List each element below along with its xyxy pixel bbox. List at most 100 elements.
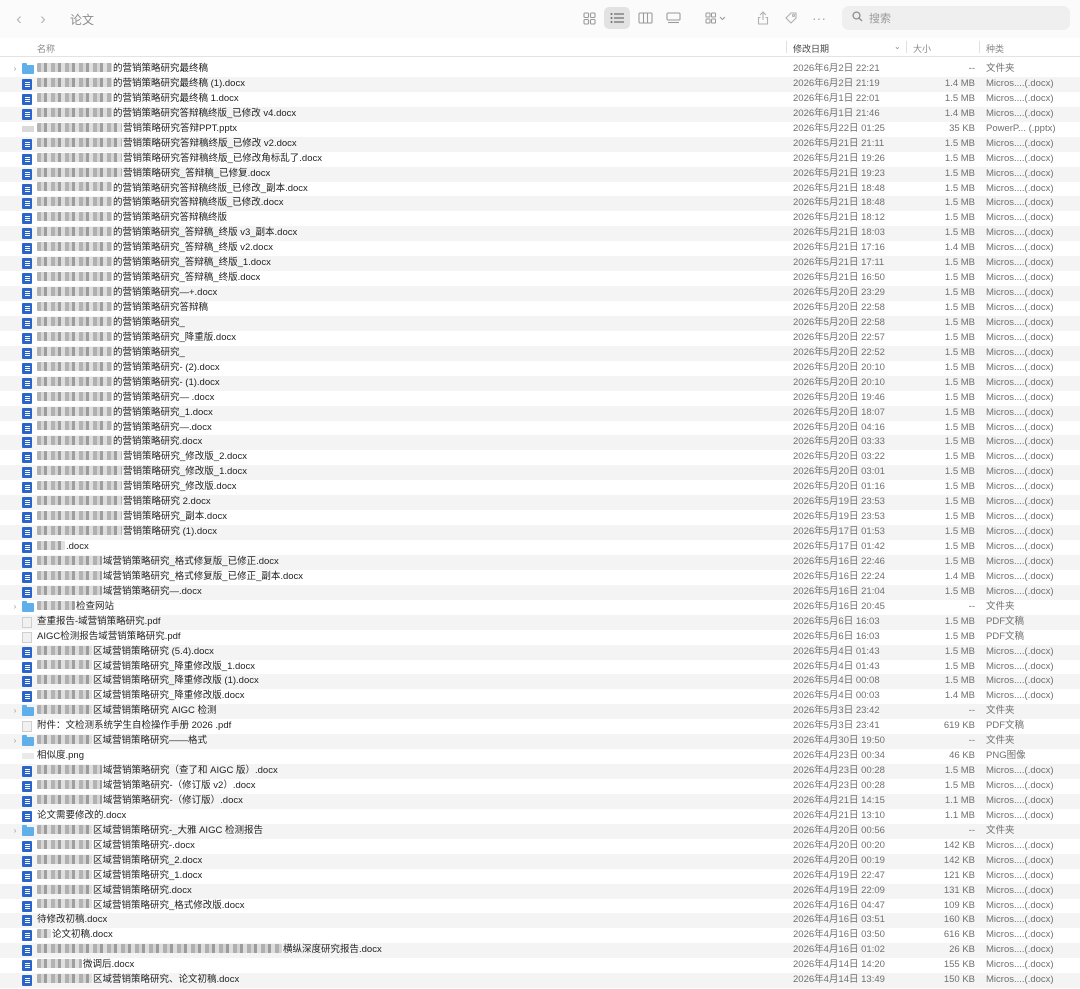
file-row[interactable]: 区域营销策略研究.docx 2026年4月19日 22:09 131 KB Micro… xyxy=(0,883,1080,899)
file-row[interactable]: › 区域营销策略研究——格式 2026年4月30日 19:50 -- 文件夹 xyxy=(0,734,1080,750)
file-row[interactable]: 的营销策略研究—.docx 2026年5月20日 04:16 1.5 MB Micro… xyxy=(0,421,1080,436)
file-row[interactable]: AIGC检测报告域营销策略研究.pdf 2026年5月6日 16:03 1.5 MB… xyxy=(0,630,1080,645)
column-size-header[interactable]: 大小 xyxy=(913,42,931,55)
file-row[interactable]: 的营销策略研究_降重版.docx 2026年5月20日 22:57 1.5 MB Mi… xyxy=(0,331,1080,346)
file-row[interactable]: 的营销策略研究_ 2026年5月20日 22:52 1.5 MB Micros....… xyxy=(0,345,1080,361)
file-row[interactable]: 营销策略研究_答辩稿_已修复.docx 2026年5月21日 19:23 1.5 M… xyxy=(0,166,1080,182)
file-row[interactable]: 论文初稿.docx 2026年4月16日 03:50 616 KB Micros...… xyxy=(0,928,1080,943)
file-row[interactable]: 的营销策略研究最终稿 (1).docx 2026年6月2日 21:19 1.4 MB… xyxy=(0,76,1080,92)
file-row[interactable]: 营销策略研究_修改版_2.docx 2026年5月20日 03:22 1.5 MB M… xyxy=(0,450,1080,465)
file-size: 26 KB xyxy=(949,944,975,956)
file-row[interactable]: 的营销策略研究_ 2026年5月20日 22:58 1.5 MB Micros....… xyxy=(0,315,1080,331)
file-row[interactable]: 域营销策略研究_格式修复版_已修正.docx 2026年5月16日 22:46 1.… xyxy=(0,554,1080,570)
file-row[interactable]: 相似度.png 2026年4月23日 00:34 46 KB PNG图像 xyxy=(0,749,1080,764)
redacted-text xyxy=(37,346,112,356)
disclosure-triangle-icon[interactable]: › xyxy=(11,600,19,615)
word-document-icon xyxy=(22,228,32,240)
file-row[interactable]: 营销策略研究答辩PPT.pptx 2026年5月22日 01:25 35 KB Pow… xyxy=(0,122,1080,137)
column-modified-header[interactable]: 修改日期 xyxy=(793,42,829,55)
file-row[interactable]: 域营销策略研究_格式修复版_已修正_副本.docx 2026年5月16日 22:2… xyxy=(0,570,1080,585)
disclosure-triangle-icon[interactable]: › xyxy=(11,734,19,749)
file-row[interactable]: 附件：文检测系统学生自检操作手册 2026 .pdf 2026年5月3日 23:4… xyxy=(0,719,1080,734)
file-kind: 文件夹 xyxy=(986,63,1015,74)
file-row[interactable]: 的营销策略研究_1.docx 2026年5月20日 18:07 1.5 MB Micr… xyxy=(0,405,1080,421)
file-row[interactable]: 的营销策略研究.docx 2026年5月20日 03:33 1.5 MB Micros… xyxy=(0,435,1080,451)
file-date: 2026年5月21日 18:03 xyxy=(793,227,885,239)
file-row[interactable]: 区域营销策略研究 (5.4).docx 2026年5月4日 01:43 1.5 MB… xyxy=(0,644,1080,660)
column-divider[interactable] xyxy=(786,41,787,53)
list-view-icon[interactable] xyxy=(604,7,630,29)
gallery-view-icon[interactable] xyxy=(660,7,686,29)
file-row[interactable]: 区域营销策略研究_降重修改版.docx 2026年5月4日 00:03 1.4 MB… xyxy=(0,689,1080,704)
file-row[interactable]: 区域营销策略研究_1.docx 2026年4月19日 22:47 121 KB Mic… xyxy=(0,869,1080,884)
file-row[interactable]: 营销策略研究 (1).docx 2026年5月17日 01:53 1.5 MB Mic… xyxy=(0,525,1080,540)
disclosure-triangle-icon[interactable]: › xyxy=(11,704,19,719)
file-row[interactable]: 的营销策略研究_答辩稿_终版 v3_副本.docx 2026年5月21日 18:0… xyxy=(0,226,1080,242)
column-kind-header[interactable]: 种类 xyxy=(986,42,1004,55)
file-row[interactable]: 区域营销策略研究_降重修改版_1.docx 2026年5月4日 01:43 1.5 … xyxy=(0,660,1080,675)
file-row[interactable]: 的营销策略研究_答辩稿_终版.docx 2026年5月21日 16:50 1.5 M… xyxy=(0,271,1080,286)
file-name: 区域营销策略研究_降重修改版_1.docx xyxy=(37,660,255,675)
file-row[interactable]: 域营销策略研究—.docx 2026年5月16日 21:04 1.5 MB Micro… xyxy=(0,584,1080,600)
file-row[interactable]: › 检查网站 2026年5月16日 20:45 -- 文件夹 xyxy=(0,600,1080,615)
file-name-text: 的营销策略研究最终稿 xyxy=(113,63,209,74)
file-row[interactable]: .docx 2026年5月17日 01:42 1.5 MB Micros....(.d… xyxy=(0,540,1080,555)
file-name-text: 论文需要修改的.docx xyxy=(37,809,127,821)
file-row[interactable]: 营销策略研究答辩稿终版_已修改 v2.docx 2026年5月21日 21:11 1… xyxy=(0,136,1080,152)
forward-arrow-icon[interactable]: › xyxy=(32,8,54,30)
file-row[interactable]: 的营销策略研究— .docx 2026年5月20日 19:46 1.5 MB Micr… xyxy=(0,391,1080,406)
file-row[interactable]: 区域营销策略研究_降重修改版 (1).docx 2026年5月4日 00:08 1.… xyxy=(0,674,1080,690)
file-name-text: 营销策略研究_修改版_1.docx xyxy=(123,466,248,478)
back-arrow-icon[interactable]: ‹ xyxy=(8,8,30,30)
file-row[interactable]: › 区域营销策略研究-_大雅 AIGC 检测报告 2026年4月20日 00:56 -… xyxy=(0,823,1080,839)
file-row[interactable]: 域营销策略研究-（修订版 v2）.docx 2026年4月23日 00:28 1.5… xyxy=(0,779,1080,794)
column-divider[interactable] xyxy=(906,41,907,53)
file-date: 2026年5月16日 22:46 xyxy=(793,555,885,567)
file-row[interactable]: 的营销策略研究- (1).docx 2026年5月20日 20:10 1.5 MB M… xyxy=(0,375,1080,391)
file-row[interactable]: 的营销策略研究答辩稿终版_已修改_副本.docx 2026年5月21日 18:48… xyxy=(0,182,1080,197)
file-row[interactable]: 的营销策略研究- (2).docx 2026年5月20日 20:10 1.5 MB M… xyxy=(0,361,1080,376)
file-name-text: 的营销策略研究最终稿 1.docx xyxy=(113,92,239,104)
file-row[interactable]: 横纵深度研究报告.docx 2026年4月16日 01:02 26 KB Micros… xyxy=(0,943,1080,959)
icon-view-icon[interactable] xyxy=(576,7,602,29)
file-row[interactable]: 区域营销策略研究_2.docx 2026年4月20日 00:19 142 KB Mic… xyxy=(0,853,1080,869)
file-row[interactable]: 的营销策略研究答辩稿终版 2026年5月21日 18:12 1.5 MB Micros… xyxy=(0,211,1080,226)
file-row[interactable]: 论文需要修改的.docx 2026年4月21日 13:10 1.1 MB Micros… xyxy=(0,809,1080,824)
column-name-header[interactable]: 名称 xyxy=(37,42,55,55)
file-row[interactable]: 的营销策略研究答辩稿终版_已修改 v4.docx 2026年6月1日 21:46 1… xyxy=(0,106,1080,122)
file-row[interactable]: 营销策略研究 2.docx 2026年5月19日 23:53 1.5 MB Micro… xyxy=(0,495,1080,511)
more-actions-icon[interactable]: ··· xyxy=(806,7,832,29)
file-name-text: 区域营销策略研究 AIGC 检测 xyxy=(93,705,217,717)
file-row[interactable]: 区域营销策略研究-.docx 2026年4月20日 00:20 142 KB Micr… xyxy=(0,839,1080,854)
file-row[interactable]: 域营销策略研究（查了和 AIGC 版）.docx 2026年4月23日 00:28… xyxy=(0,764,1080,779)
file-size: 1.5 MB xyxy=(944,167,975,179)
file-row[interactable]: 区域营销策略研究_格式修改版.docx 2026年4月16日 04:47 109 K… xyxy=(0,899,1080,914)
group-by-menu[interactable] xyxy=(700,7,734,29)
file-row[interactable]: 的营销策略研究—+.docx 2026年5月20日 23:29 1.5 MB Micr… xyxy=(0,286,1080,301)
file-row[interactable]: 的营销策略研究_答辩稿_终版 v2.docx 2026年5月21日 17:16 1.… xyxy=(0,241,1080,256)
file-row[interactable]: 的营销策略研究_答辩稿_终版_1.docx 2026年5月21日 17:11 1.5… xyxy=(0,256,1080,272)
file-row[interactable]: 营销策略研究_修改版_1.docx 2026年5月20日 03:01 1.5 MB M… xyxy=(0,465,1080,481)
file-row[interactable]: 域营销策略研究-（修订版）.docx 2026年4月21日 14:15 1.1 MB… xyxy=(0,793,1080,809)
file-row[interactable]: › 的营销策略研究最终稿 2026年6月2日 22:21 -- 文件夹 xyxy=(0,62,1080,77)
search-field[interactable]: 搜索 xyxy=(842,6,1070,30)
file-row[interactable]: 营销策略研究_副本.docx 2026年5月19日 23:53 1.5 MB Micr… xyxy=(0,510,1080,525)
column-view-icon[interactable] xyxy=(632,7,658,29)
share-icon[interactable] xyxy=(750,7,776,29)
file-row[interactable]: 营销策略研究_修改版.docx 2026年5月20日 01:16 1.5 MB Mic… xyxy=(0,480,1080,495)
file-row[interactable]: › 区域营销策略研究 AIGC 检测 2026年5月3日 23:42 -- 文件夹 xyxy=(0,704,1080,720)
file-row[interactable]: 营销策略研究答辩稿终版_已修改角标乱了.docx 2026年5月21日 19:26… xyxy=(0,152,1080,167)
redacted-text xyxy=(37,481,122,491)
disclosure-triangle-icon[interactable]: › xyxy=(11,824,19,839)
group-icon[interactable] xyxy=(700,7,732,29)
file-row[interactable]: 的营销策略研究最终稿 1.docx 2026年6月1日 22:01 1.5 MB Mi… xyxy=(0,92,1080,107)
tag-icon[interactable] xyxy=(778,7,804,29)
file-row[interactable]: 待修改初稿.docx 2026年4月16日 03:51 160 KB Micros..… xyxy=(0,913,1080,929)
column-divider[interactable] xyxy=(979,41,980,53)
file-row[interactable]: 的营销策略研究答辩稿终版_已修改.docx 2026年5月21日 18:48 1.5… xyxy=(0,196,1080,212)
file-row[interactable]: 微调后.docx 2026年4月14日 14:20 155 KB Micros....… xyxy=(0,958,1080,973)
file-row[interactable]: 查重报告-域营销策略研究.pdf 2026年5月6日 16:03 1.5 MB PDF… xyxy=(0,614,1080,630)
file-row[interactable]: 的营销策略研究答辩稿 2026年5月20日 22:58 1.5 MB Micros..… xyxy=(0,301,1080,316)
disclosure-triangle-icon[interactable]: › xyxy=(11,62,19,77)
file-row[interactable]: 区域营销策略研究、论文初稿.docx 2026年4月14日 13:49 150 KB… xyxy=(0,973,1080,989)
